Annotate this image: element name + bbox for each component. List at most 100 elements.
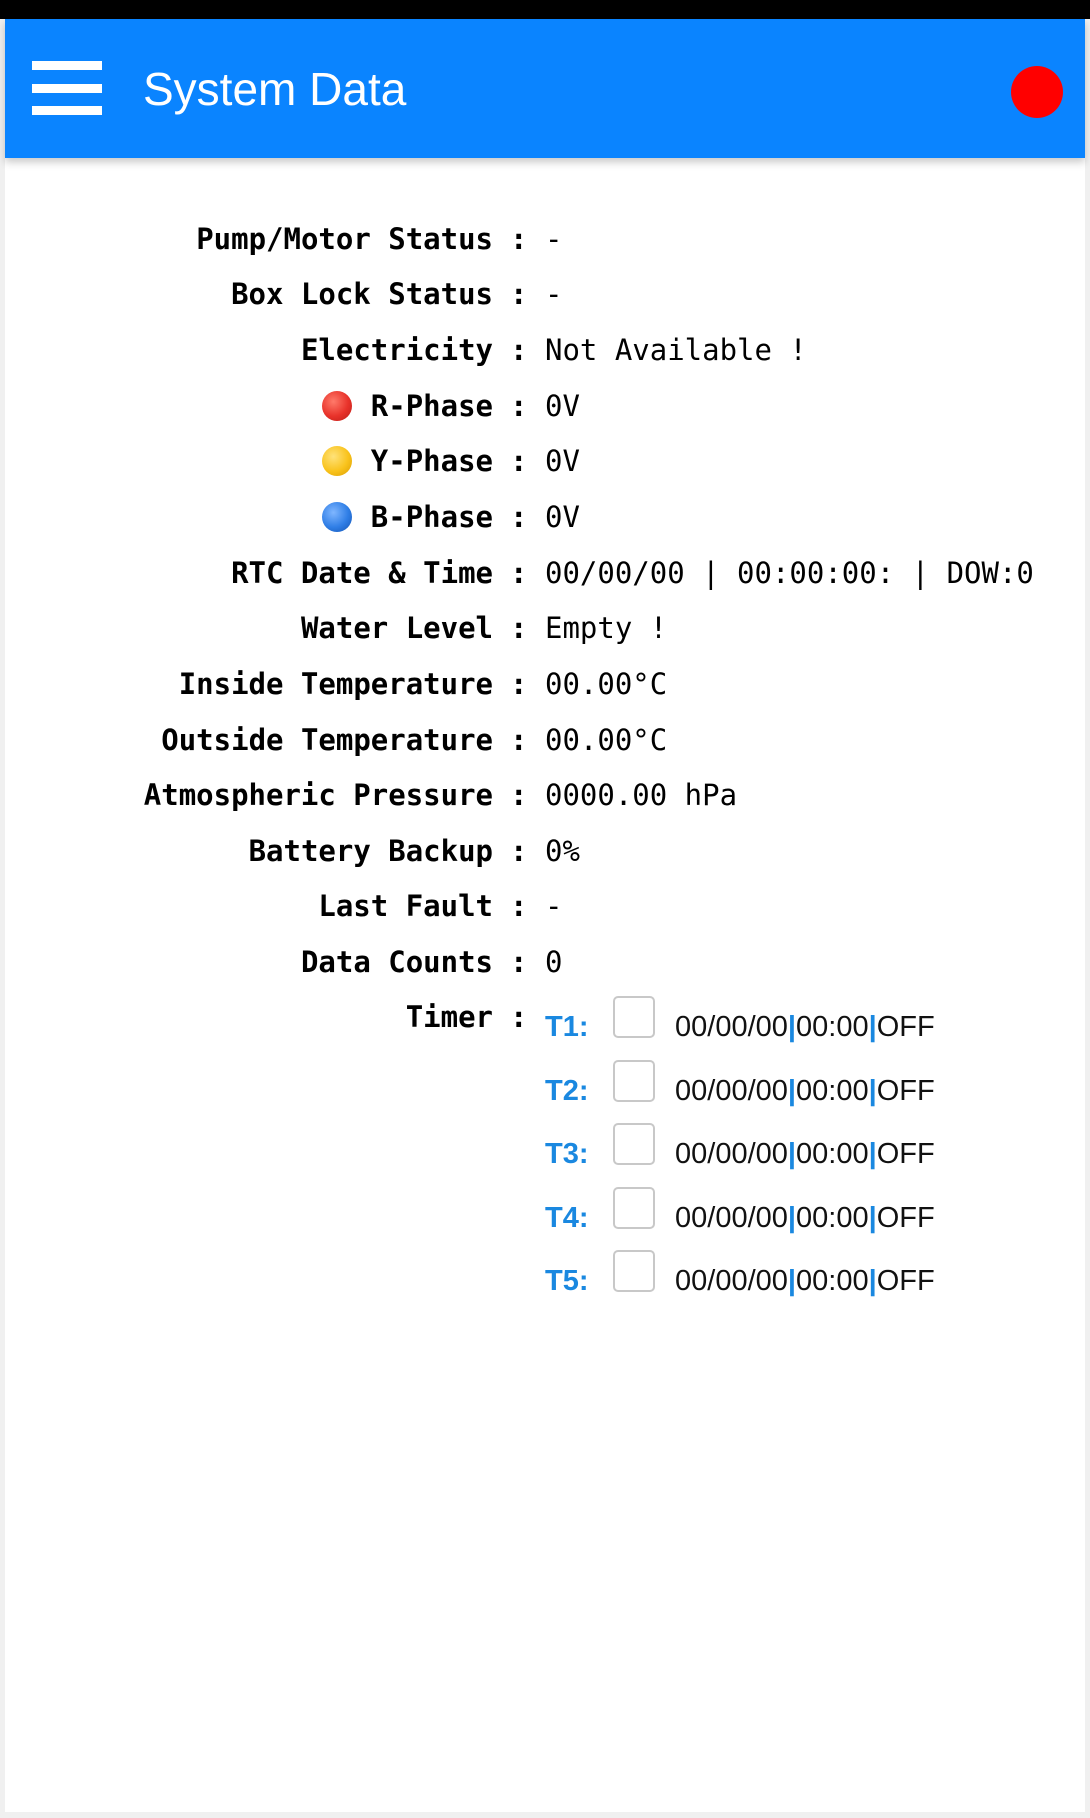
- separator-colon: :: [510, 222, 528, 256]
- separator-colon: :: [510, 945, 528, 979]
- y-phase-label-group: Y-Phase: [321, 439, 493, 483]
- separator-colon: :: [510, 389, 528, 423]
- box-lock-status-label: Box Lock Status: [231, 277, 493, 311]
- r-phase-value: 0V: [545, 389, 580, 423]
- red-circle-icon: [321, 391, 352, 421]
- pump-motor-status-value: -: [545, 222, 563, 256]
- timer-separator: |: [868, 1265, 877, 1297]
- timer-entry-t4: T4: 00/00/00|00:00|OFF: [0, 1187, 1090, 1243]
- separator-colon: :: [510, 834, 528, 868]
- outside-temperature-value: 00.00°C: [545, 723, 668, 757]
- menu-bar-bottom: [32, 106, 102, 115]
- row-b-phase: B-Phase : 0V: [0, 495, 1090, 539]
- timer-schedule: 00/00/00|00:00|OFF: [675, 1129, 935, 1179]
- timer-enable-checkbox[interactable]: [613, 1250, 655, 1292]
- timer-time: 00:00: [796, 1011, 869, 1043]
- timer-entry-t3: T3: 00/00/00|00:00|OFF: [0, 1123, 1090, 1179]
- timer-enable-checkbox[interactable]: [613, 1187, 655, 1229]
- data-counts-label: Data Counts: [300, 945, 493, 979]
- row-atmospheric-pressure: Atmospheric Pressure : 0000.00 hPa: [0, 773, 1090, 817]
- row-box-lock-status: Box Lock Status : -: [0, 272, 1090, 316]
- timer-separator: |: [787, 1138, 797, 1170]
- electricity-value: Not Available !: [545, 333, 807, 367]
- timer-date: 00/00/00: [675, 1011, 788, 1043]
- y-phase-label: Y-Phase: [370, 444, 493, 478]
- rtc-date-time-label: RTC Date & Time: [231, 556, 493, 590]
- timer-time: 00:00: [796, 1202, 869, 1234]
- timer-time: 00:00: [796, 1265, 869, 1297]
- top-strip: [0, 0, 1090, 19]
- separator-colon: :: [510, 556, 528, 590]
- timer-state: OFF: [876, 1202, 935, 1234]
- timer-state: OFF: [876, 1011, 935, 1043]
- atmospheric-pressure-value: 0000.00 hPa: [545, 778, 738, 812]
- timer-date: 00/00/00: [675, 1138, 788, 1170]
- timer-date: 00/00/00: [675, 1202, 788, 1234]
- timer-separator: |: [787, 1202, 797, 1234]
- separator-colon: :: [510, 333, 528, 367]
- row-rtc-date-time: RTC Date & Time : 00/00/00 | 00:00:00: |…: [0, 551, 1090, 595]
- timer-enable-checkbox[interactable]: [613, 996, 655, 1038]
- pump-motor-status-label: Pump/Motor Status: [196, 222, 493, 256]
- box-lock-status-value: -: [545, 277, 563, 311]
- inside-temperature-value: 00.00°C: [545, 667, 668, 701]
- separator-colon: :: [510, 667, 528, 701]
- timer-time: 00:00: [796, 1138, 869, 1170]
- atmospheric-pressure-label: Atmospheric Pressure: [143, 778, 493, 812]
- rtc-date-time-value: 00/00/00 | 00:00:00: | DOW:0: [545, 556, 1034, 590]
- row-electricity: Electricity : Not Available !: [0, 328, 1090, 372]
- connection-status-indicator: [1011, 66, 1063, 118]
- timer-separator: |: [787, 1011, 797, 1043]
- page-title: System Data: [143, 63, 407, 115]
- timer-date: 00/00/00: [675, 1075, 788, 1107]
- timer-entry-t5: T5: 00/00/00|00:00|OFF: [0, 1250, 1090, 1306]
- y-phase-value: 0V: [545, 444, 580, 478]
- last-fault-label: Last Fault: [318, 889, 493, 923]
- b-phase-label: B-Phase: [370, 500, 493, 534]
- timer-separator: |: [787, 1265, 797, 1297]
- timer-schedule: 00/00/00|00:00|OFF: [675, 1256, 935, 1306]
- b-phase-value: 0V: [545, 500, 580, 534]
- timer-separator: |: [868, 1202, 877, 1234]
- timer-name: T3:: [545, 1138, 589, 1170]
- row-r-phase: R-Phase : 0V: [0, 384, 1090, 428]
- timer-schedule: 00/00/00|00:00|OFF: [675, 1066, 935, 1116]
- battery-backup-value: 0%: [545, 834, 580, 868]
- timer-time: 00:00: [796, 1075, 869, 1107]
- row-battery-backup: Battery Backup : 0%: [0, 829, 1090, 873]
- timer-entry-t2: T2: 00/00/00|00:00|OFF: [0, 1060, 1090, 1116]
- battery-backup-label: Battery Backup: [248, 834, 493, 868]
- app-header: System Data: [5, 19, 1085, 158]
- row-last-fault: Last Fault : -: [0, 884, 1090, 928]
- hamburger-menu-icon[interactable]: [32, 61, 102, 115]
- timer-enable-checkbox[interactable]: [613, 1123, 655, 1165]
- blue-circle-icon: [321, 502, 352, 532]
- r-phase-label-group: R-Phase: [321, 384, 493, 428]
- water-level-label: Water Level: [300, 611, 493, 645]
- row-outside-temperature: Outside Temperature : 00.00°C: [0, 718, 1090, 762]
- timer-name: T4:: [545, 1202, 589, 1234]
- b-phase-label-group: B-Phase: [321, 495, 493, 539]
- menu-bar-top: [32, 61, 102, 70]
- r-phase-label: R-Phase: [370, 389, 493, 423]
- separator-colon: :: [510, 723, 528, 757]
- timer-separator: |: [787, 1075, 797, 1107]
- menu-bar-middle: [32, 84, 102, 93]
- timer-entry-t1: T1: 00/00/00|00:00|OFF: [0, 996, 1090, 1052]
- row-water-level: Water Level : Empty !: [0, 606, 1090, 650]
- row-pump-motor-status: Pump/Motor Status : -: [0, 217, 1090, 261]
- separator-colon: :: [510, 778, 528, 812]
- timer-enable-checkbox[interactable]: [613, 1060, 655, 1102]
- row-data-counts: Data Counts : 0: [0, 940, 1090, 984]
- timer-state: OFF: [876, 1075, 935, 1107]
- last-fault-value: -: [545, 889, 563, 923]
- electricity-label: Electricity: [300, 333, 493, 367]
- timer-date: 00/00/00: [675, 1265, 788, 1297]
- separator-colon: :: [510, 277, 528, 311]
- row-inside-temperature: Inside Temperature : 00.00°C: [0, 662, 1090, 706]
- timer-name: T5:: [545, 1265, 589, 1297]
- row-y-phase: Y-Phase : 0V: [0, 439, 1090, 483]
- outside-temperature-label: Outside Temperature: [161, 723, 493, 757]
- inside-temperature-label: Inside Temperature: [178, 667, 493, 701]
- timer-schedule: 00/00/00|00:00|OFF: [675, 1193, 935, 1243]
